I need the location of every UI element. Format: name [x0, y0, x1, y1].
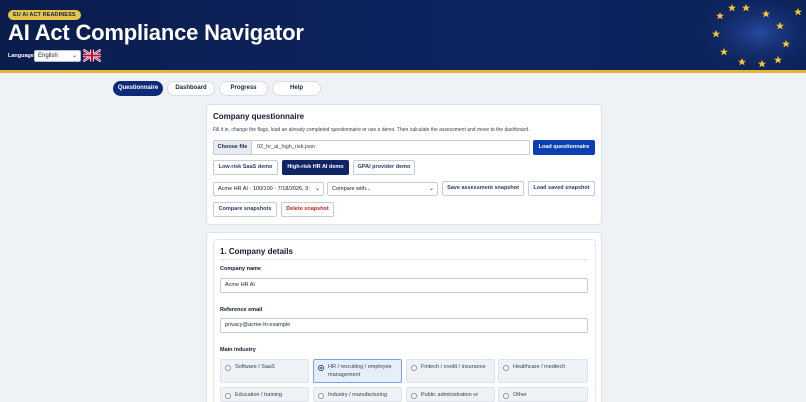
option-label: Software / SaaS	[235, 364, 275, 370]
option-label: Healthcare / medtech	[513, 364, 566, 370]
industry-option-public-admin[interactable]: Public administration or	[406, 387, 495, 402]
radio-icon	[318, 393, 324, 399]
eu-stars-icon	[690, 0, 806, 70]
file-name: 02_hr_ai_high_risk.json	[257, 144, 316, 150]
radio-icon	[503, 365, 509, 371]
chevron-down-icon: ⌄	[428, 186, 434, 192]
radio-icon	[411, 365, 417, 371]
option-label: Other	[513, 392, 527, 398]
radio-icon	[225, 393, 231, 399]
radio-icon	[225, 365, 231, 371]
industry-option-education[interactable]: Education / training	[220, 387, 309, 402]
tab-dashboard[interactable]: Dashboard	[167, 81, 215, 96]
compare-select[interactable]: Compare with... ⌄	[327, 182, 438, 196]
compare-snapshots-button[interactable]: Compare snapshots	[213, 202, 277, 217]
app-header: EU AI ACT READINESS AI Act Compliance Na…	[0, 0, 806, 73]
file-input[interactable]: Choose file 02_hr_ai_high_risk.json	[213, 140, 530, 155]
radio-icon	[318, 365, 324, 371]
language-value: English	[38, 53, 58, 59]
tab-progress[interactable]: Progress	[219, 81, 268, 96]
tab-help[interactable]: Help	[272, 81, 321, 96]
questionnaire-title: Company questionnaire	[213, 112, 305, 121]
chevron-down-icon: ⌄	[71, 53, 77, 59]
option-label: Public administration or	[421, 392, 479, 398]
uk-flag-icon[interactable]	[83, 49, 101, 62]
chevron-down-icon: ⌄	[314, 186, 320, 192]
delete-snapshot-button[interactable]: Delete snapshot	[281, 202, 334, 217]
option-label: HR / recruiting / employee management	[328, 364, 392, 378]
industry-option-manufacturing[interactable]: Industry / manufacturing	[313, 387, 402, 402]
tab-questionnaire[interactable]: Questionnaire	[113, 81, 163, 96]
load-snapshot-button[interactable]: Load saved snapshot	[528, 181, 595, 196]
option-label: Industry / manufacturing	[328, 392, 388, 398]
low-risk-demo-button[interactable]: Low-risk SaaS demo	[213, 160, 278, 175]
high-risk-demo-button[interactable]: High-risk HR AI demo	[282, 160, 349, 175]
radio-icon	[503, 393, 509, 399]
snapshot-select[interactable]: Acme HR AI · 100/100 · 7/18/2026, 3: ⌄	[213, 182, 324, 196]
company-name-input[interactable]: Acme HR AI	[220, 278, 588, 293]
option-label: Education / training	[235, 392, 283, 398]
radio-icon	[411, 393, 417, 399]
industry-option-software[interactable]: Software / SaaS	[220, 359, 309, 383]
readiness-badge: EU AI ACT READINESS	[8, 10, 81, 20]
main-industry-label: Main industry	[220, 347, 256, 353]
language-label: Language	[8, 53, 34, 59]
reference-email-label: Reference email	[220, 307, 263, 313]
compare-select-value: Compare with...	[332, 186, 371, 192]
gpai-demo-button[interactable]: GPAI provider demo	[353, 160, 415, 175]
snapshot-select-value: Acme HR AI · 100/100 · 7/18/2026, 3:	[218, 186, 310, 192]
reference-email-input[interactable]: privacy@acme-hr.example	[220, 318, 588, 333]
questionnaire-description: Fill it in, change the flags, load an al…	[213, 127, 530, 133]
save-snapshot-button[interactable]: Save assessment snapshot	[442, 181, 524, 196]
app-title: AI Act Compliance Navigator	[8, 20, 304, 45]
industry-option-healthcare[interactable]: Healthcare / medtech	[498, 359, 588, 383]
industry-option-hr[interactable]: HR / recruiting / employee management	[313, 359, 402, 383]
choose-file-button[interactable]: Choose file	[214, 141, 252, 154]
language-select[interactable]: English ⌄	[34, 50, 81, 62]
industry-option-fintech[interactable]: Fintech / credit / insurance	[406, 359, 495, 383]
industry-option-other[interactable]: Other	[498, 387, 588, 402]
load-questionnaire-button[interactable]: Load questionnaire	[533, 140, 595, 155]
company-details-title: 1. Company details	[220, 247, 293, 256]
option-label: Fintech / credit / insurance	[421, 364, 486, 370]
company-name-label: Company name	[220, 266, 261, 272]
divider	[220, 259, 588, 260]
